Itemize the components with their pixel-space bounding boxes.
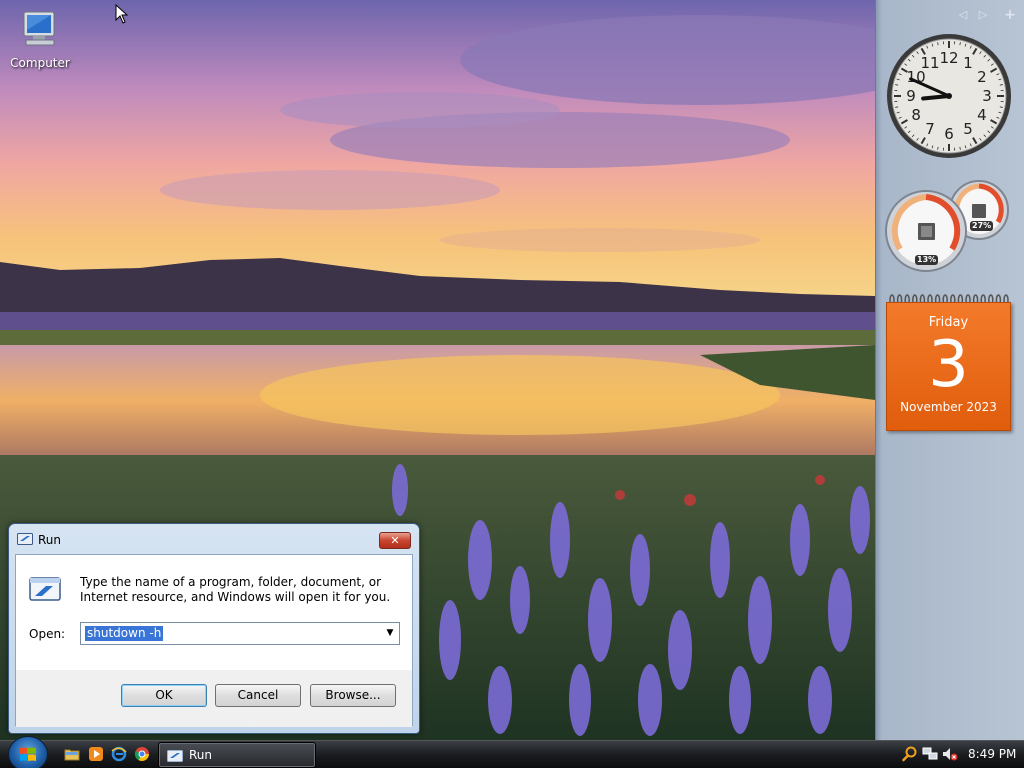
start-button[interactable] (8, 736, 48, 768)
clock-numeral: 6 (944, 125, 954, 143)
cpu-meter-gadget[interactable]: 13% 27% (883, 180, 1013, 274)
calendar-day-number: 3 (928, 328, 969, 402)
clock-numeral: 2 (977, 68, 987, 86)
memory-usage-label: 27% (970, 221, 994, 231)
sidebar-next-icon[interactable]: ▷ (976, 8, 990, 22)
clock-numeral: 1 (963, 54, 973, 72)
network-icon[interactable] (922, 746, 938, 762)
run-dialog-titlebar[interactable]: Run ✕ (9, 524, 419, 554)
mouse-cursor-icon (115, 4, 129, 24)
clock-numeral: 4 (977, 106, 987, 124)
clock-numeral: 11 (920, 54, 939, 72)
chevron-down-icon[interactable]: ▼ (381, 623, 399, 644)
clock-gadget[interactable]: 1234567891011 12 (885, 32, 1013, 160)
cancel-button[interactable]: Cancel (215, 684, 301, 707)
clock-numeral: 3 (982, 87, 992, 105)
browse-button[interactable]: Browse... (310, 684, 396, 707)
desktop-icon-label: Computer (10, 56, 70, 70)
add-gadget-icon[interactable]: + (1003, 8, 1017, 22)
volume-muted-icon[interactable] (942, 746, 958, 762)
run-icon (17, 533, 33, 545)
chrome-icon[interactable] (134, 746, 150, 762)
open-input-value[interactable]: shutdown -h (85, 626, 164, 641)
close-icon: ✕ (390, 534, 400, 547)
clock-numeral: 5 (963, 120, 973, 138)
clock-numeral: 8 (911, 106, 921, 124)
run-dialog-description: Type the name of a program, folder, docu… (80, 575, 391, 604)
clock-numeral: 9 (906, 87, 916, 105)
taskbar-clock[interactable]: 8:49 PM (968, 747, 1016, 761)
calendar-month-year: November 2023 (900, 400, 997, 414)
clock-numeral: 7 (925, 120, 935, 138)
open-combobox[interactable]: shutdown -h ▼ (80, 622, 400, 645)
sidebar-prev-icon[interactable]: ◁ (956, 8, 970, 22)
media-player-icon[interactable] (88, 746, 104, 762)
clock-hour-hand (921, 94, 951, 101)
desktop-icon-computer[interactable]: Computer (8, 8, 72, 70)
close-button[interactable]: ✕ (379, 532, 411, 549)
open-label: Open: (29, 627, 66, 641)
clock-numeral: 12 (939, 49, 958, 67)
calendar-gadget[interactable]: Friday 3 November 2023 (886, 294, 1011, 431)
computer-icon (23, 11, 55, 46)
run-dialog-title: Run (38, 533, 62, 547)
taskbar-button-label: Run (189, 748, 213, 762)
taskbar-button-run[interactable]: Run (158, 742, 316, 768)
run-program-icon (29, 577, 61, 601)
run-icon (167, 750, 183, 762)
ok-button[interactable]: OK (121, 684, 207, 707)
folder-icon[interactable] (64, 746, 80, 762)
windows-logo-icon (20, 747, 36, 761)
internet-explorer-icon[interactable] (111, 746, 127, 762)
run-dialog: Run ✕ Type the name of a program, folder… (8, 523, 420, 734)
cpu-usage-label: 13% (915, 255, 939, 265)
taskbar: Run 8:49 PM (0, 736, 1024, 768)
search-icon[interactable] (902, 746, 918, 762)
